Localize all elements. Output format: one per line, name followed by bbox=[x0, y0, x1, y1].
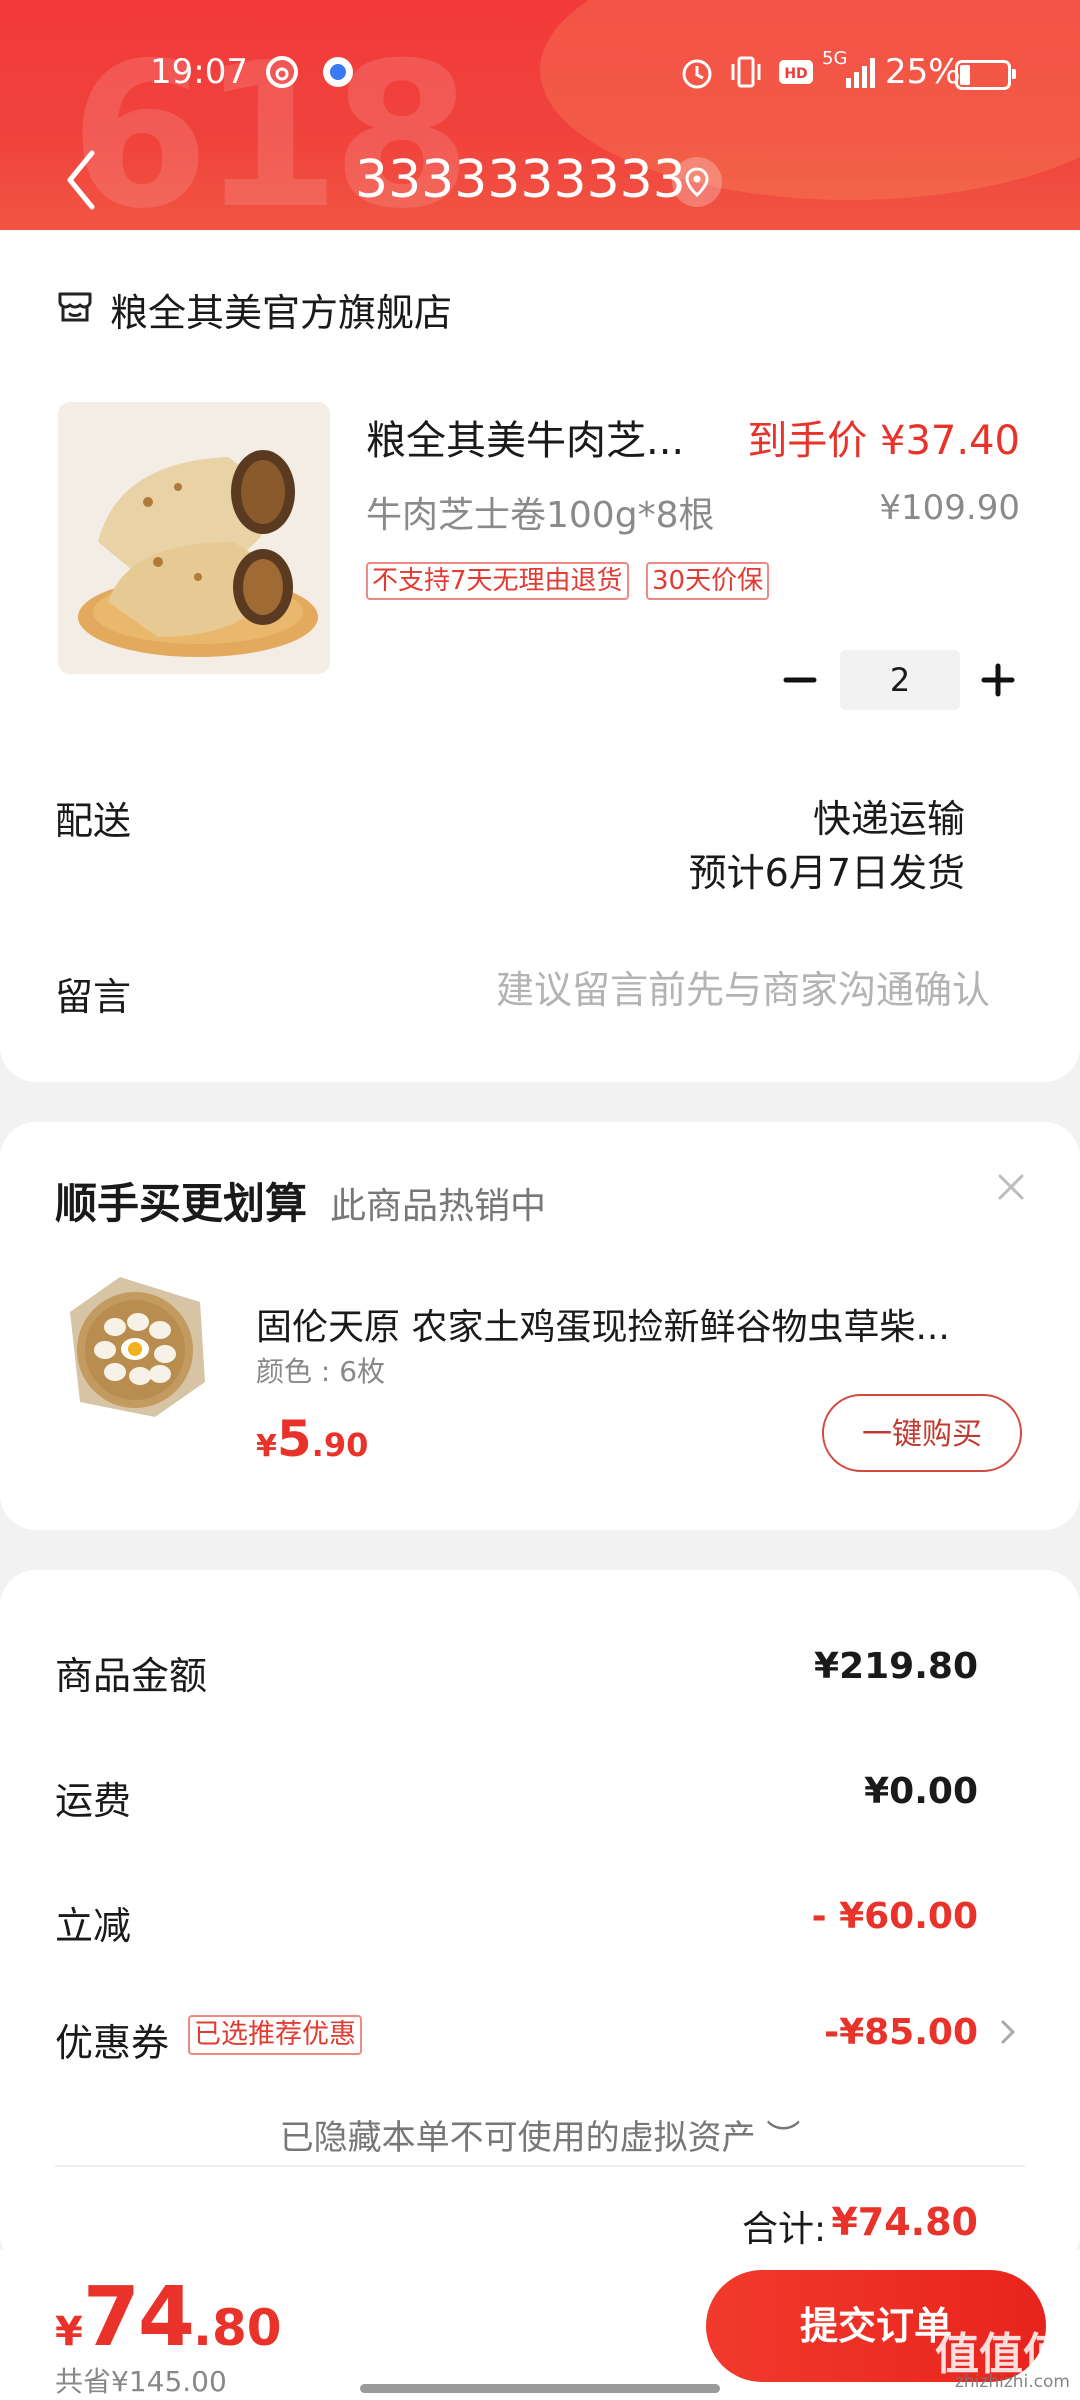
divider bbox=[55, 2165, 1025, 2167]
shipping-method[interactable]: 快递运输 bbox=[813, 788, 965, 843]
final-price: 到手价 ¥37.40 bbox=[747, 418, 1020, 464]
location-pin-icon[interactable] bbox=[672, 157, 722, 207]
minus-icon bbox=[783, 677, 817, 683]
page-title[interactable]: 3333333333 bbox=[355, 150, 686, 210]
shipping-eta: 预计6月7日发货 bbox=[688, 851, 965, 895]
home-indicator[interactable] bbox=[360, 2384, 720, 2393]
product-spec[interactable]: 牛肉芝士卷100g*8根 bbox=[366, 486, 714, 538]
total-label: 合计: bbox=[742, 2209, 827, 2250]
price-currency: ¥ bbox=[256, 1429, 277, 1464]
recommend-item-price: ¥5.90 bbox=[256, 1410, 368, 1468]
price-summary-card: 商品金额 ¥219.80 运费 ¥0.00 立减 - ¥60.00 优惠券 已选… bbox=[0, 1570, 1080, 2270]
checkout-price-decimal: .80 bbox=[192, 2299, 282, 2357]
product-image[interactable] bbox=[58, 402, 330, 674]
vibrate-icon bbox=[728, 52, 764, 101]
checkout-bar: ¥74.80 共省¥145.00 提交订单 bbox=[0, 2250, 1080, 2400]
price-decimal: .90 bbox=[311, 1426, 369, 1464]
shop-icon bbox=[55, 286, 95, 330]
goods-amount-value: ¥219.80 bbox=[814, 1646, 978, 1687]
goods-amount-label: 商品金额 bbox=[55, 1654, 208, 1698]
freight-label: 运费 bbox=[55, 1779, 132, 1823]
coupon-recommended-tag: 已选推荐优惠 bbox=[188, 2015, 362, 2055]
svg-text:HD: HD bbox=[784, 66, 807, 82]
shipping-label: 配送 bbox=[55, 799, 132, 843]
cloud-music-icon bbox=[262, 52, 302, 101]
alarm-icon bbox=[678, 52, 716, 101]
discount-value: - ¥60.00 bbox=[811, 1896, 978, 1937]
status-time: 19:07 bbox=[150, 52, 248, 92]
back-button[interactable] bbox=[58, 145, 106, 215]
status-bar: 19:07 HD 5G 25% bbox=[0, 48, 1080, 98]
quantity-input[interactable]: 2 bbox=[840, 650, 960, 710]
checkout-price-integer: 74 bbox=[82, 2270, 195, 2365]
discount-label: 立减 bbox=[55, 1904, 132, 1948]
quantity-decrease-button[interactable] bbox=[780, 660, 820, 700]
shop-name: 粮全其美官方旗舰店 bbox=[110, 291, 453, 335]
plus-icon bbox=[981, 663, 1015, 697]
recommend-title: 顺手买更划算 bbox=[55, 1179, 308, 1228]
recommend-item-name[interactable]: 固伦天原 农家土鸡蛋现捡新鲜谷物虫草柴... bbox=[256, 1298, 950, 1350]
battery-percent: 25% bbox=[885, 52, 961, 92]
chevron-left-icon bbox=[67, 150, 95, 210]
no-return-tag: 不支持7天无理由退货 bbox=[366, 562, 629, 600]
hd-icon: HD bbox=[776, 52, 816, 101]
total-saved: 共省¥145.00 bbox=[55, 2365, 227, 2398]
message-input[interactable] bbox=[390, 962, 990, 1018]
price-protection-tag: 30天价保 bbox=[646, 562, 770, 600]
hidden-assets-toggle[interactable]: 已隐藏本单不可使用的虚拟资产 ︶ bbox=[0, 2110, 1080, 2159]
coupon-label[interactable]: 优惠券 bbox=[55, 2012, 169, 2067]
message-label: 留言 bbox=[55, 975, 132, 1019]
app-notification-icon bbox=[318, 52, 358, 101]
coupon-value[interactable]: -¥85.00 bbox=[824, 2012, 978, 2053]
watermark-url: zhizhizhi.com bbox=[955, 2372, 1070, 2392]
total-value: ¥74.80 bbox=[831, 2200, 978, 2244]
recommend-item-spec: 颜色 : 6枚 bbox=[256, 1355, 386, 1388]
quantity-increase-button[interactable] bbox=[978, 660, 1018, 700]
signal-icon bbox=[842, 52, 882, 101]
checkout-price: ¥74.80 bbox=[55, 2270, 282, 2365]
close-icon[interactable] bbox=[994, 1170, 1028, 1204]
recommend-subtitle: 此商品热销中 bbox=[330, 1186, 547, 1227]
chevron-right-icon[interactable] bbox=[998, 2014, 1018, 2050]
order-item-card: 粮全其美官方旗舰店 粮全其美牛肉芝... 到手价 ¥37.40 牛肉芝士卷100… bbox=[0, 230, 1080, 1082]
original-price: ¥109.90 bbox=[879, 488, 1020, 528]
freight-value: ¥0.00 bbox=[864, 1771, 978, 1812]
recommend-card: 顺手买更划算 此商品热销中 固伦天原 农家土鸡蛋现捡新鲜谷物虫草柴... 颜色 … bbox=[0, 1122, 1080, 1530]
recommend-item-image[interactable] bbox=[60, 1272, 210, 1422]
product-title[interactable]: 粮全其美牛肉芝... bbox=[366, 408, 684, 466]
checkout-currency: ¥ bbox=[55, 2309, 83, 2355]
order-header: 618 19:07 HD 5G 25% 3333333333 bbox=[0, 0, 1080, 255]
one-click-buy-button[interactable]: 一键购买 bbox=[822, 1394, 1022, 1472]
battery-icon bbox=[955, 60, 1016, 90]
price-integer: 5 bbox=[276, 1410, 312, 1468]
